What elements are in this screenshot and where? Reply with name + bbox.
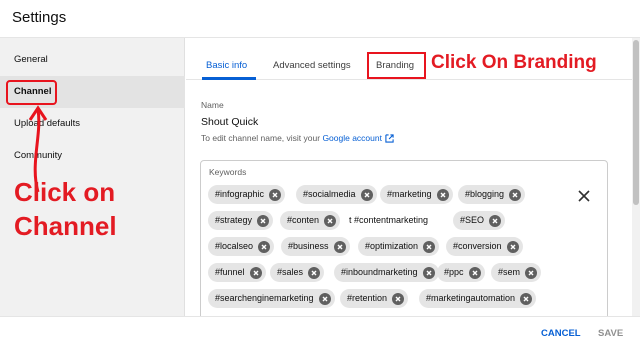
tab-bar: Basic info Advanced settings Branding Cl… bbox=[186, 38, 632, 80]
name-hint-text: To edit channel name, visit your bbox=[201, 133, 323, 143]
google-account-link[interactable]: Google account bbox=[322, 133, 382, 143]
remove-chip-icon[interactable] bbox=[258, 240, 271, 253]
channel-name-value: Shout Quick bbox=[201, 116, 259, 128]
remove-chip-icon[interactable] bbox=[392, 292, 405, 305]
dialog-footer: CANCEL SAVE bbox=[0, 316, 640, 350]
keywords-label: Keywords bbox=[209, 167, 247, 177]
keyword-chip: #inboundmarketing bbox=[334, 263, 439, 282]
keyword-chip: #conten bbox=[280, 211, 341, 230]
keyword-chip: #sem bbox=[491, 263, 542, 282]
scrollbar-thumb[interactable] bbox=[633, 40, 639, 205]
sidebar-item-general[interactable]: General bbox=[0, 44, 185, 76]
branding-highlight-box bbox=[367, 52, 426, 79]
main-panel: Basic info Advanced settings Branding Cl… bbox=[186, 38, 632, 316]
active-tab-indicator bbox=[202, 77, 256, 80]
remove-chip-icon[interactable] bbox=[308, 266, 321, 279]
dialog-header: Settings bbox=[0, 0, 640, 38]
remove-chip-icon[interactable] bbox=[269, 188, 282, 201]
keyword-chip: #retention bbox=[340, 289, 409, 308]
remove-chip-icon[interactable] bbox=[324, 214, 337, 227]
dialog-title: Settings bbox=[12, 9, 67, 26]
name-hint: To edit channel name, visit your Google … bbox=[201, 133, 394, 143]
keyword-chip: t #contentmarketing bbox=[349, 215, 429, 225]
remove-chip-icon[interactable] bbox=[360, 188, 373, 201]
external-link-icon[interactable] bbox=[385, 134, 394, 143]
keyword-chip: #optimization bbox=[358, 237, 440, 256]
clear-keywords-icon[interactable] bbox=[577, 189, 591, 203]
remove-chip-icon[interactable] bbox=[506, 240, 519, 253]
remove-chip-icon[interactable] bbox=[525, 266, 538, 279]
remove-chip-icon[interactable] bbox=[468, 266, 481, 279]
remove-chip-icon[interactable] bbox=[422, 266, 435, 279]
remove-chip-icon[interactable] bbox=[333, 240, 346, 253]
annotation-click-branding: Click On Branding bbox=[431, 52, 597, 73]
keyword-chip: #sales bbox=[270, 263, 325, 282]
keyword-chip: #strategy bbox=[208, 211, 274, 230]
annotation-click-channel: Click on Channel bbox=[14, 177, 117, 241]
keyword-chip: #infographic bbox=[208, 185, 286, 204]
remove-chip-icon[interactable] bbox=[489, 214, 502, 227]
keyword-chip: #blogging bbox=[458, 185, 526, 204]
keyword-chip: #marketing bbox=[380, 185, 453, 204]
remove-chip-icon[interactable] bbox=[423, 240, 436, 253]
keyword-chip: #funnel bbox=[208, 263, 266, 282]
keyword-chip: #socialmedia bbox=[296, 185, 377, 204]
keywords-field[interactable]: Keywords #infographic #socialmedia #mark… bbox=[200, 160, 608, 316]
remove-chip-icon[interactable] bbox=[520, 292, 533, 305]
keyword-chip: #business bbox=[281, 237, 350, 256]
keyword-chip: #ppc bbox=[437, 263, 485, 282]
remove-chip-icon[interactable] bbox=[249, 266, 262, 279]
remove-chip-icon[interactable] bbox=[436, 188, 449, 201]
save-button[interactable]: SAVE bbox=[598, 328, 623, 339]
remove-chip-icon[interactable] bbox=[509, 188, 522, 201]
tab-advanced-settings[interactable]: Advanced settings bbox=[273, 60, 351, 71]
cancel-button[interactable]: CANCEL bbox=[541, 328, 581, 339]
tab-basic-info[interactable]: Basic info bbox=[206, 60, 247, 71]
remove-chip-icon[interactable] bbox=[318, 292, 331, 305]
keyword-chip: #SEO bbox=[453, 211, 506, 230]
remove-chip-icon[interactable] bbox=[257, 214, 270, 227]
keyword-chip: #searchenginemarketing bbox=[208, 289, 335, 308]
keyword-chip: #localseo bbox=[208, 237, 275, 256]
keyword-chip: #marketingautomation bbox=[419, 289, 537, 308]
channel-highlight-box bbox=[6, 80, 57, 105]
name-label: Name bbox=[201, 100, 224, 110]
keyword-chip: #conversion bbox=[446, 237, 523, 256]
